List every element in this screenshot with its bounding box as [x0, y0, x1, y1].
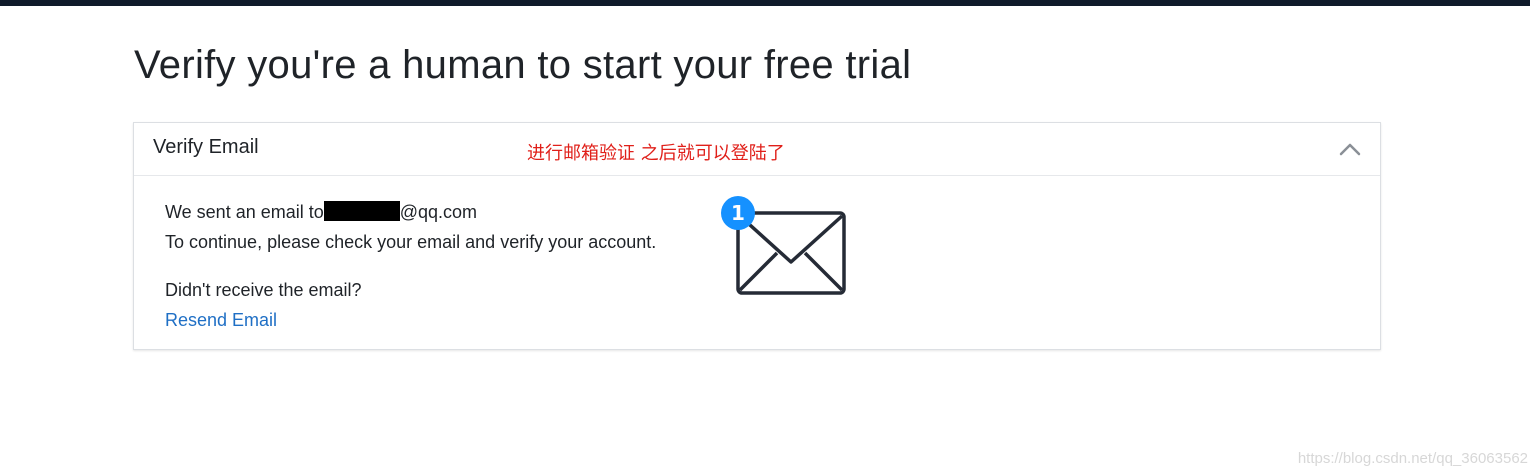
- verify-email-panel: Verify Email 进行邮箱验证 之后就可以登陆了 We sent an …: [133, 122, 1381, 350]
- sent-prefix: We sent an email to: [165, 202, 324, 222]
- redacted-email-user: [323, 201, 400, 221]
- panel-title: Verify Email: [153, 136, 259, 158]
- sent-line: We sent an email to @qq.com: [165, 197, 656, 227]
- resend-email-link[interactable]: Resend Email: [165, 310, 277, 330]
- notification-badge: 1: [721, 196, 755, 230]
- panel-header[interactable]: Verify Email 进行邮箱验证 之后就可以登陆了: [134, 123, 1380, 176]
- annotation-note: 进行邮箱验证 之后就可以登陆了: [527, 143, 785, 164]
- top-bar: [0, 0, 1530, 6]
- watermark: https://blog.csdn.net/qq_36063562: [1297, 450, 1528, 467]
- instruction-text: To continue, please check your email and…: [165, 232, 657, 252]
- page-title: Verify you're a human to start your free…: [134, 43, 912, 87]
- chevron-up-icon[interactable]: [1338, 139, 1362, 159]
- not-received-text: Didn't receive the email?: [165, 280, 362, 300]
- panel-message: We sent an email to @qq.com To continue, …: [165, 197, 656, 335]
- panel-body: We sent an email to @qq.com To continue, …: [134, 176, 1380, 350]
- envelope-illustration: 1: [721, 196, 851, 300]
- email-domain: @qq.com: [399, 202, 478, 222]
